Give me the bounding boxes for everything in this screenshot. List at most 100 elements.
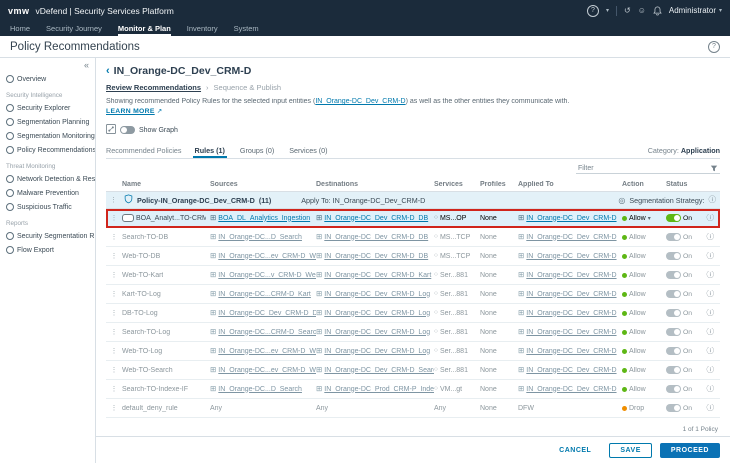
drag-handle-icon[interactable]: ⋮ [106,309,122,317]
cancel-button[interactable]: CANCEL [549,444,601,457]
sidebar-item-flow-export[interactable]: Flow Export [0,243,95,257]
entity-link[interactable]: IN_Orange-DC...CRM-D_Search [218,329,316,336]
drag-handle-icon[interactable]: ⋮ [106,290,122,298]
nav-item-inventory[interactable]: Inventory [187,24,218,36]
drag-handle-icon[interactable]: ⋮ [106,328,122,336]
entity-link[interactable]: IN_Orange-DC_Dev_CRM-D [526,272,616,279]
entity-link[interactable]: IN_Orange-DC...D_Search [218,234,302,241]
sidebar-collapse-button[interactable]: « [0,60,95,72]
entity-link[interactable]: IN_Orange-DC_Dev_CRM-D [526,367,616,374]
info-icon[interactable]: ⓘ [707,404,715,412]
table-row[interactable]: ⋮BOA_Analyt...TO-CRM-D-DB⊞BOA_DL_Analyti… [106,209,720,228]
sidebar-item-policy-recommendations[interactable]: Policy Recommendations [0,143,95,157]
sidebar-item-suspicious-traffic[interactable]: Suspicious Traffic [0,200,95,214]
action-cell[interactable]: Allow [622,329,666,336]
drag-handle-icon[interactable]: ⋮ [106,366,122,374]
entity-link[interactable]: IN_Orange-DC_Dev_CRM-D_Search [324,367,434,374]
table-row[interactable]: ⋮Web-TO-DB⊞IN_Orange-DC...ev_CRM-D_Web⊞I… [106,247,720,266]
policy-group-row[interactable]: ⋮ Policy-IN_Orange-DC_Dev_CRM-D (11) App… [106,192,720,209]
info-icon[interactable]: ⓘ [707,290,715,298]
drag-handle-icon[interactable]: ⋮ [106,271,122,279]
entity-link[interactable]: IN_Orange-DC_Dev_CRM-D_DB [324,215,428,222]
tab-groups[interactable]: Groups (0) [238,146,276,158]
entity-link[interactable]: IN_Orange-DC_Dev_CRM-D_Log [324,329,430,336]
category-value[interactable]: Application [681,146,720,155]
info-icon[interactable]: ⓘ [707,366,715,374]
entity-link[interactable]: IN_Orange-DC_Dev_CRM-D [526,348,616,355]
drag-handle-icon[interactable]: ⋮ [106,252,122,260]
filter-input[interactable]: Filter [576,163,720,174]
status-toggle[interactable] [666,404,681,412]
table-row[interactable]: ⋮Web-TO-Log⊞IN_Orange-DC...ev_CRM-D_Web⊞… [106,342,720,361]
table-row[interactable]: ⋮Web-TO-Search⊞IN_Orange-DC...ev_CRM-D_W… [106,361,720,380]
back-icon[interactable]: ‹ [106,65,110,77]
status-toggle[interactable] [666,252,681,260]
entity-link[interactable]: IN_Orange-DC_Dev_CRM-D [526,386,616,393]
page-help-icon[interactable]: ? [708,41,720,53]
column-header-status[interactable]: Status [666,181,720,188]
learn-more-link[interactable]: LEARN MORE [106,108,155,115]
entity-link[interactable]: IN_Orange-DC_Dev_CRM-D_DB [324,234,428,241]
entity-link[interactable]: IN_Orange-DC_Dev_CRM-D [526,253,616,260]
sidebar-item-segmentation-planning[interactable]: Segmentation Planning [0,115,95,129]
info-icon[interactable]: ⓘ [707,328,715,336]
status-toggle[interactable] [666,385,681,393]
status-toggle[interactable] [666,271,681,279]
table-row[interactable]: ⋮Kart-TO-Log⊞IN_Orange-DC...CRM-D_Kart⊞I… [106,285,720,304]
sidebar-item-security-segmentation-report[interactable]: Security Segmentation R... [0,229,95,243]
entity-link[interactable]: IN_Orange-DC...ev_CRM-D_Web [218,348,316,355]
entity-link[interactable]: IN_Orange-DC_Prod_CRM-P_Indexe [324,386,434,393]
entity-link[interactable]: IN_Orange-DC_Dev_CRM-D [526,329,616,336]
save-button[interactable]: SAVE [609,443,652,458]
status-toggle[interactable] [666,328,681,336]
entity-link[interactable]: IN_Orange-DC_Dev_CRM-D [526,291,616,298]
info-icon[interactable]: ⓘ [707,347,715,355]
drag-handle-icon[interactable]: ⋮ [106,233,122,241]
entity-link[interactable]: IN_Orange-DC_Dev_CRM-D [315,98,405,105]
column-header-name[interactable]: Name [122,181,210,188]
entity-link[interactable]: IN_Orange-DC_Dev_CRM-D_Log [324,291,430,298]
info-icon[interactable]: ⓘ [707,271,715,279]
drag-handle-icon[interactable]: ⋮ [106,404,122,412]
entity-link[interactable]: IN_Orange-DC...D_Search [218,386,302,393]
action-cell[interactable]: Allow [622,253,666,260]
sidebar-item-segmentation-monitoring[interactable]: Segmentation Monitoring [0,129,95,143]
action-cell[interactable]: Allow [622,367,666,374]
entity-link[interactable]: IN_Orange-DC_Dev_CRM-D [526,310,616,317]
entity-link[interactable]: IN_Orange-DC...v_CRM-D_Web [218,272,316,279]
action-cell[interactable]: Allow [622,310,666,317]
nav-item-system[interactable]: System [234,24,259,36]
step-sequence-publish[interactable]: Sequence & Publish [214,83,282,92]
step-review-recommendations[interactable]: Review Recommendations [106,83,201,92]
info-icon[interactable]: ⓘ [709,196,717,204]
drag-handle-icon[interactable]: ⋮ [106,385,122,393]
entity-link[interactable]: IN_Orange-DC...ev_CRM-D_Web [218,253,316,260]
tab-services[interactable]: Services (0) [287,146,329,158]
drag-handle-icon[interactable]: ⋮ [110,196,120,204]
info-icon[interactable]: ⓘ [707,233,715,241]
sidebar-item-network-detection[interactable]: Network Detection & Res... [0,172,95,186]
status-toggle[interactable] [666,233,681,241]
table-row[interactable]: ⋮Search-TO-Log⊞IN_Orange-DC...CRM-D_Sear… [106,323,720,342]
action-cell[interactable]: Allow▾ [622,215,666,222]
nav-item-monitor-plan[interactable]: Monitor & Plan [118,24,171,36]
action-cell[interactable]: Drop [622,405,666,412]
info-icon[interactable]: ⓘ [707,309,715,317]
feedback-icon[interactable]: ☺ [638,6,646,15]
drag-handle-icon[interactable]: ⋮ [106,347,122,355]
table-row[interactable]: ⋮DB-TO-Log⊞IN_Orange-DC_Dev_CRM-D_DB⊞IN_… [106,304,720,323]
help-icon[interactable]: ? [587,5,599,17]
entity-link[interactable]: IN_Orange-DC_Dev_CRM-D [526,234,616,241]
proceed-button[interactable]: PROCEED [660,443,720,458]
column-header-sources[interactable]: Sources [210,181,316,188]
info-icon[interactable]: ⓘ [707,385,715,393]
sidebar-item-malware-prevention[interactable]: Malware Prevention [0,186,95,200]
nav-item-home[interactable]: Home [10,24,30,36]
sidebar-item-overview[interactable]: Overview [0,72,95,86]
table-row[interactable]: ⋮Search-TO-Indexe-IF⊞IN_Orange-DC...D_Se… [106,380,720,399]
column-header-applied-to[interactable]: Applied To [518,181,622,188]
action-cell[interactable]: Allow [622,272,666,279]
sidebar-item-security-explorer[interactable]: Security Explorer [0,101,95,115]
notifications-bell-icon[interactable] [653,6,662,16]
drag-handle-icon[interactable]: ⋮ [106,214,122,222]
